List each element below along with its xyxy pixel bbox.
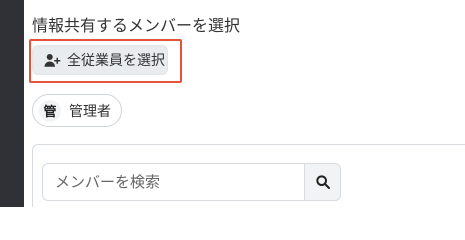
select-all-employees-button[interactable]: 全従業員を選択 xyxy=(32,45,168,75)
search-button[interactable] xyxy=(304,163,341,201)
search-icon xyxy=(314,173,332,191)
member-search-input[interactable] xyxy=(42,163,304,201)
app-left-rail xyxy=(0,0,24,207)
member-badge: 管 xyxy=(39,99,61,122)
member-search-panel xyxy=(32,144,465,207)
member-share-panel: 情報共有するメンバーを選択 全従業員を選択 管 管理者 xyxy=(24,0,465,207)
selected-member-chip[interactable]: 管 管理者 xyxy=(32,94,122,127)
user-plus-icon xyxy=(43,51,61,69)
member-label: 管理者 xyxy=(69,103,111,120)
section-title: 情報共有するメンバーを選択 xyxy=(32,16,241,35)
select-all-employees-label: 全従業員を選択 xyxy=(67,53,165,69)
